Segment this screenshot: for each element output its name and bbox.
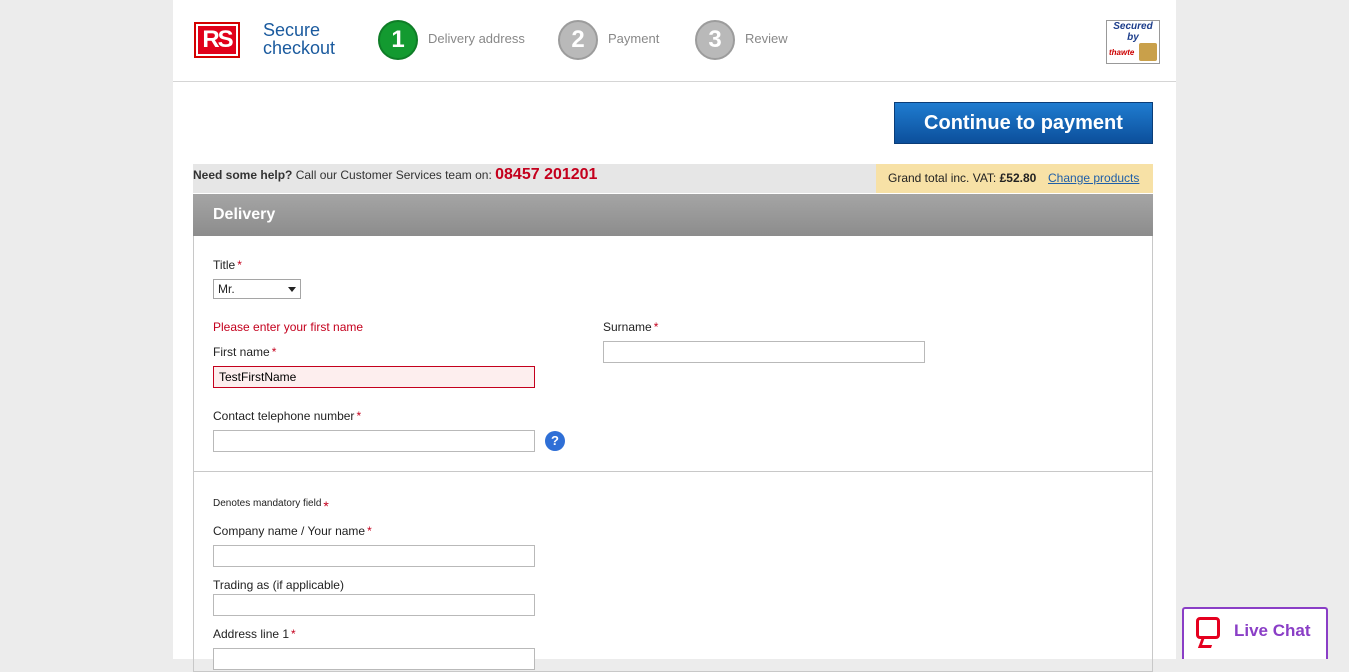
first-name-error: Please enter your first name — [213, 320, 364, 334]
contact-phone-label-text: Contact telephone number — [213, 409, 355, 423]
delivery-section-heading: Delivery — [193, 194, 1153, 236]
live-chat-label: Live Chat — [1234, 621, 1311, 640]
thawte-text: thawte — [1109, 48, 1135, 57]
surname-label: Surname * — [603, 320, 658, 334]
surname-label-text: Surname — [603, 320, 652, 334]
address-line1-label: Address line 1 * — [213, 627, 296, 641]
surname-field[interactable] — [603, 341, 925, 363]
call-text: Call our Customer Services team on: — [295, 168, 492, 182]
title-select[interactable]: Mr. — [213, 279, 301, 299]
change-products-link[interactable]: Change products — [1048, 164, 1139, 193]
required-asterisk: * — [237, 258, 242, 272]
secure-checkout-title: Secure checkout — [263, 21, 335, 57]
help-bar: Need some help? Call our Customer Servic… — [193, 164, 1153, 193]
required-asterisk: * — [271, 345, 277, 359]
mandatory-note-text: Denotes mandatory field — [213, 498, 322, 509]
contact-phone-label: Contact telephone number * — [213, 409, 361, 423]
step-number-3: 3 — [695, 20, 735, 60]
help-info: Need some help? Call our Customer Servic… — [193, 166, 597, 184]
question-mark-icon[interactable]: ? — [545, 431, 565, 451]
required-asterisk: * — [356, 409, 362, 423]
required-asterisk: * — [367, 524, 372, 538]
continue-to-payment-button[interactable]: Continue to payment — [894, 102, 1153, 144]
padlock-icon — [1139, 43, 1157, 61]
title-label: Title * — [213, 258, 242, 272]
address-line1-field[interactable] — [213, 648, 535, 670]
step-number-2: 2 — [558, 20, 598, 60]
grand-total-label: Grand total inc. VAT: — [888, 171, 997, 185]
required-asterisk: * — [323, 498, 329, 514]
first-name-field[interactable] — [213, 366, 535, 388]
address1-label-text: Address line 1 — [213, 627, 290, 641]
delivery-address-form: Denotes mandatory field * Company name / … — [193, 472, 1153, 672]
title-label-text: Title — [213, 258, 236, 272]
rs-logo[interactable]: RS — [194, 22, 240, 58]
step-label-payment: Payment — [608, 31, 660, 46]
company-name-field[interactable] — [213, 545, 535, 567]
grand-total-value: £52.80 — [999, 171, 1037, 185]
secured-by-text: by — [1127, 32, 1139, 43]
need-help-text: Need some help? — [193, 168, 293, 182]
contact-phone-field[interactable] — [213, 430, 535, 452]
title-selected-value: Mr. — [218, 282, 235, 296]
chat-bubble-icon — [1196, 617, 1220, 639]
company-name-label: Company name / Your name * — [213, 524, 372, 538]
rs-logo-text: RS — [198, 26, 236, 54]
brand-line1: Secure — [263, 20, 321, 40]
secured-by-thawte-badge[interactable]: Secured by thawte — [1106, 20, 1160, 64]
company-label-text: Company name / Your name — [213, 524, 366, 538]
mandatory-field-note: Denotes mandatory field * — [213, 498, 329, 514]
grand-total: Grand total inc. VAT: £52.80 — [888, 164, 1036, 193]
checkout-header: RS Secure checkout 1 Delivery address 2 … — [173, 0, 1176, 82]
live-chat-button[interactable]: Live Chat — [1182, 607, 1328, 659]
brand-line2: checkout — [263, 38, 336, 58]
trading-as-field[interactable] — [213, 594, 535, 616]
first-name-label-text: First name — [213, 345, 270, 359]
step-label-review: Review — [745, 31, 788, 46]
step-number-1: 1 — [378, 20, 418, 60]
grand-total-box: Grand total inc. VAT: £52.80 Change prod… — [876, 164, 1153, 193]
required-asterisk: * — [653, 320, 659, 334]
checkout-page: RS Secure checkout 1 Delivery address 2 … — [173, 0, 1176, 672]
required-asterisk: * — [291, 627, 296, 641]
trading-as-label: Trading as (if applicable) — [213, 578, 344, 592]
chevron-down-icon — [288, 287, 296, 292]
secured-text: Secured — [1113, 21, 1153, 32]
delivery-name-form: Title * Mr. Please enter your first name … — [193, 236, 1153, 472]
first-name-label: First name * — [213, 345, 276, 359]
customer-services-phone: 08457 201201 — [495, 166, 598, 183]
chat-bubble-tail — [1197, 637, 1216, 648]
step-label-delivery: Delivery address — [428, 31, 525, 46]
